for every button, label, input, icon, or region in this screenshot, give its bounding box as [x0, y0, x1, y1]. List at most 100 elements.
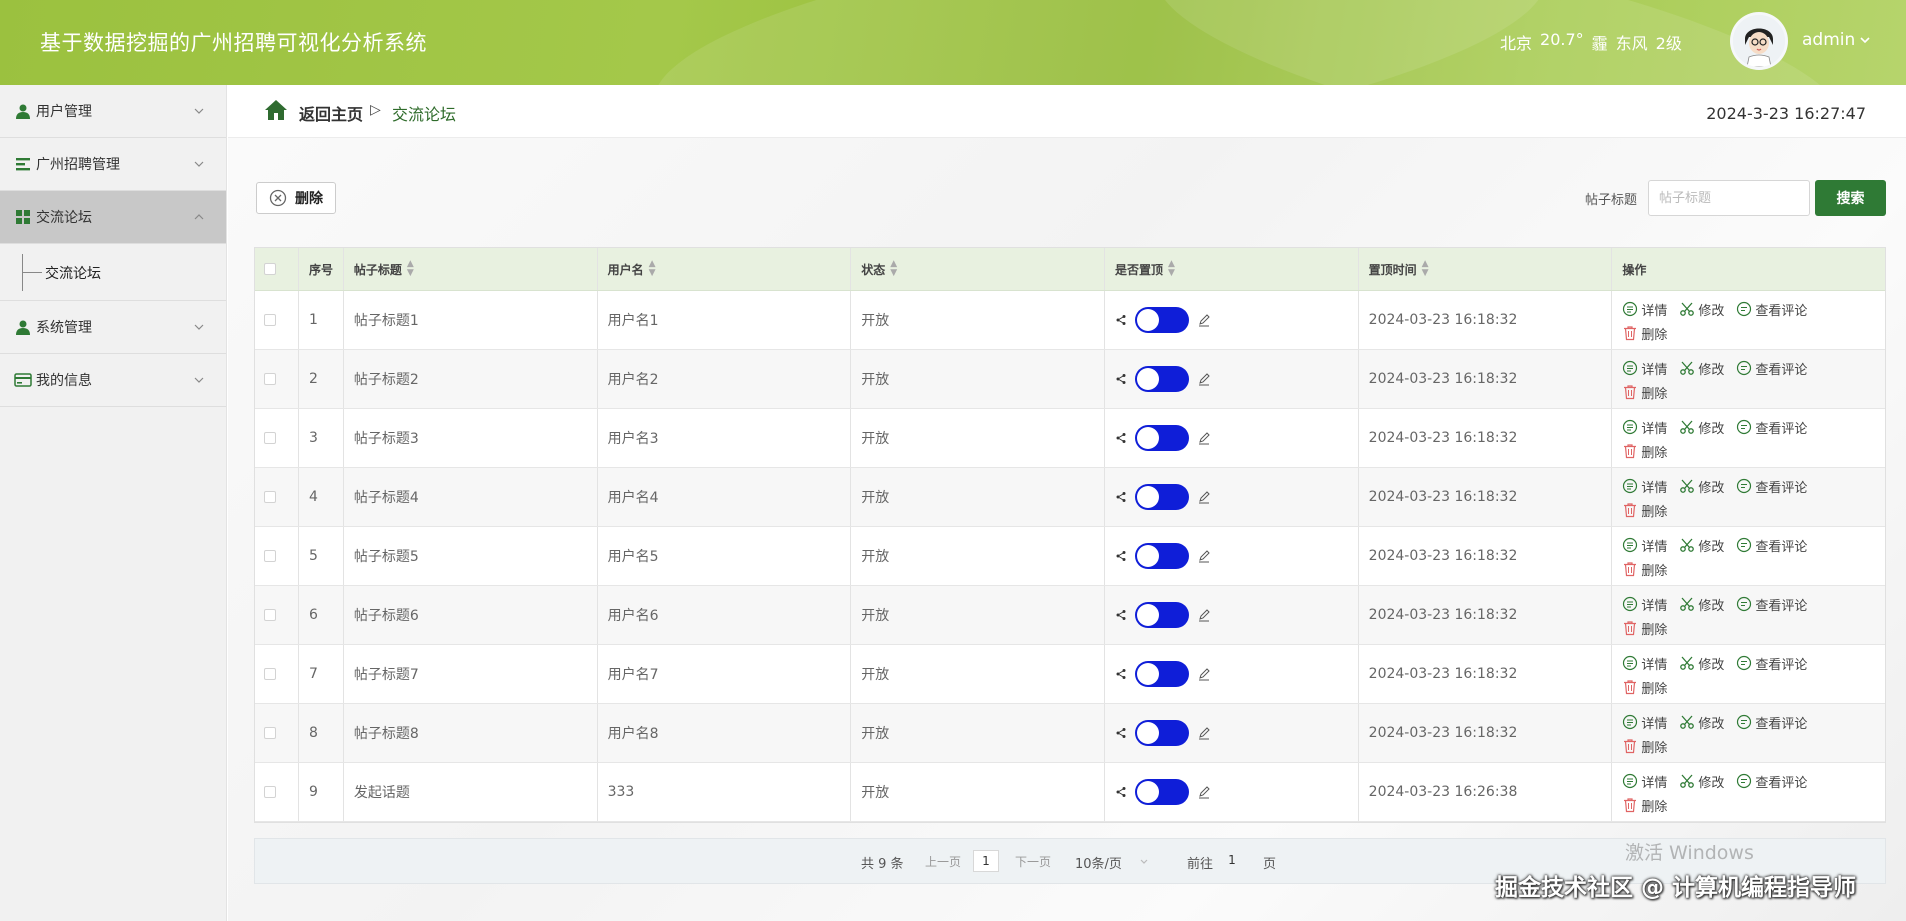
grid-icon [14, 208, 32, 226]
sidebar-item-my-info[interactable]: 我的信息 [0, 354, 226, 407]
sidebar-item-system-management[interactable]: 系统管理 [0, 301, 226, 354]
sort-icon[interactable]: ▲ ▼ [649, 260, 656, 278]
pencil-icon[interactable] [1197, 667, 1211, 681]
delete-button[interactable]: 删除 [1622, 618, 1667, 638]
cell-text: 帖子标题2 [353, 372, 419, 388]
prev-page-button[interactable]: 上一页 [925, 853, 961, 870]
view-comments-button[interactable]: 查看评论 [1736, 653, 1807, 673]
pin-toggle[interactable] [1134, 543, 1189, 569]
view-comments-button[interactable]: 查看评论 [1736, 476, 1807, 496]
next-page-button[interactable]: 下一页 [1015, 853, 1051, 870]
pencil-icon[interactable] [1197, 313, 1211, 327]
detail-button[interactable]: 详情 [1622, 358, 1667, 378]
pencil-icon[interactable] [1197, 549, 1211, 563]
home-icon[interactable] [264, 98, 288, 122]
column-header[interactable]: 置顶时间 ▲ ▼ [1359, 248, 1613, 290]
view-comments-button[interactable]: 查看评论 [1736, 594, 1807, 614]
edit-button[interactable]: 修改 [1679, 771, 1724, 791]
sort-icon[interactable]: ▲ ▼ [1168, 260, 1175, 278]
row-checkbox[interactable] [264, 609, 276, 621]
cell-actions: 详情 修改 查看评论 删除 [1612, 527, 1885, 585]
delete-button[interactable]: 删除 [1622, 736, 1667, 756]
delete-button[interactable]: 删除 [1622, 677, 1667, 697]
edit-button[interactable]: 修改 [1679, 653, 1724, 673]
delete-button[interactable]: 删除 [1622, 500, 1667, 520]
chevron-down-icon [1860, 37, 1870, 44]
detail-button[interactable]: 详情 [1622, 476, 1667, 496]
edit-button[interactable]: 修改 [1679, 417, 1724, 437]
column-header[interactable]: 帖子标题 ▲ ▼ [344, 248, 598, 290]
sort-icon[interactable]: ▲ ▼ [407, 260, 414, 278]
sidebar-item-recruitment[interactable]: 广州招聘管理 [0, 138, 226, 191]
view-comments-button[interactable]: 查看评论 [1736, 535, 1807, 555]
page-size-select[interactable]: 10条/页 [1075, 853, 1122, 872]
column-header[interactable]: 是否置顶 ▲ ▼ [1105, 248, 1359, 290]
detail-button[interactable]: 详情 [1622, 535, 1667, 555]
detail-button[interactable]: 详情 [1622, 712, 1667, 732]
select-all-checkbox[interactable] [264, 263, 276, 275]
pin-toggle[interactable] [1134, 720, 1189, 746]
sidebar-item-user-management[interactable]: 用户管理 [0, 85, 226, 138]
view-comments-button[interactable]: 查看评论 [1736, 771, 1807, 791]
page-number-button[interactable]: 1 [973, 850, 999, 872]
sort-icon[interactable]: ▲ ▼ [1422, 260, 1429, 278]
delete-button[interactable]: 删除 [1622, 441, 1667, 461]
pin-toggle[interactable] [1134, 779, 1189, 805]
view-comments-button[interactable]: 查看评论 [1736, 358, 1807, 378]
pencil-icon[interactable] [1197, 372, 1211, 386]
view-comments-label: 查看评论 [1755, 775, 1808, 791]
pencil-icon[interactable] [1197, 608, 1211, 622]
detail-button[interactable]: 详情 [1622, 417, 1667, 437]
sidebar-item-forum[interactable]: 交流论坛 [0, 191, 226, 244]
detail-button[interactable]: 详情 [1622, 299, 1667, 319]
sidebar: 用户管理 广州招聘管理 交流论坛 交流论坛 系统管理 我的信息 [0, 85, 227, 921]
goto-page-input[interactable]: 1 [1219, 850, 1245, 872]
edit-button[interactable]: 修改 [1679, 299, 1724, 319]
avatar[interactable] [1730, 12, 1788, 70]
delete-button[interactable]: 删除 [1622, 382, 1667, 402]
search-input[interactable] [1648, 180, 1810, 216]
edit-button[interactable]: 修改 [1679, 358, 1724, 378]
delete-button[interactable]: 删除 [1622, 323, 1667, 343]
user-menu[interactable]: admin [1802, 30, 1871, 50]
edit-button[interactable]: 修改 [1679, 535, 1724, 555]
pencil-icon[interactable] [1197, 431, 1211, 445]
row-checkbox[interactable] [264, 432, 276, 444]
view-comments-button[interactable]: 查看评论 [1736, 417, 1807, 437]
pin-toggle[interactable] [1134, 425, 1189, 451]
sort-icon[interactable]: ▲ ▼ [890, 260, 897, 278]
detail-button[interactable]: 详情 [1622, 771, 1667, 791]
breadcrumb-home-link[interactable]: 返回主页 [299, 101, 363, 125]
row-checkbox[interactable] [264, 491, 276, 503]
detail-button[interactable]: 详情 [1622, 594, 1667, 614]
detail-button[interactable]: 详情 [1622, 653, 1667, 673]
pin-toggle[interactable] [1134, 307, 1189, 333]
row-checkbox[interactable] [264, 550, 276, 562]
view-comments-button[interactable]: 查看评论 [1736, 299, 1807, 319]
row-checkbox[interactable] [264, 727, 276, 739]
edit-button[interactable]: 修改 [1679, 712, 1724, 732]
pencil-icon[interactable] [1197, 785, 1211, 799]
pencil-icon[interactable] [1197, 490, 1211, 504]
row-checkbox[interactable] [264, 314, 276, 326]
pin-toggle[interactable] [1134, 366, 1189, 392]
edit-button[interactable]: 修改 [1679, 594, 1724, 614]
row-checkbox[interactable] [264, 668, 276, 680]
row-checkbox[interactable] [264, 786, 276, 798]
column-header[interactable]: 用户名 ▲ ▼ [598, 248, 852, 290]
edit-button[interactable]: 修改 [1679, 476, 1724, 496]
pin-toggle[interactable] [1134, 484, 1189, 510]
pin-toggle[interactable] [1134, 602, 1189, 628]
pencil-icon[interactable] [1197, 726, 1211, 740]
search-button[interactable]: 搜索 [1815, 180, 1886, 216]
pin-toggle[interactable] [1134, 661, 1189, 687]
sidebar-subitem-forum[interactable]: 交流论坛 [0, 244, 226, 301]
batch-delete-button[interactable]: 删除 [256, 182, 336, 214]
view-comments-button[interactable]: 查看评论 [1736, 712, 1807, 732]
column-header[interactable]: 状态 ▲ ▼ [851, 248, 1105, 290]
cell-status: 开放 [851, 645, 1105, 703]
delete-button[interactable]: 删除 [1622, 795, 1667, 815]
delete-button[interactable]: 删除 [1622, 559, 1667, 579]
cell-username: 用户名3 [598, 409, 852, 467]
row-checkbox[interactable] [264, 373, 276, 385]
